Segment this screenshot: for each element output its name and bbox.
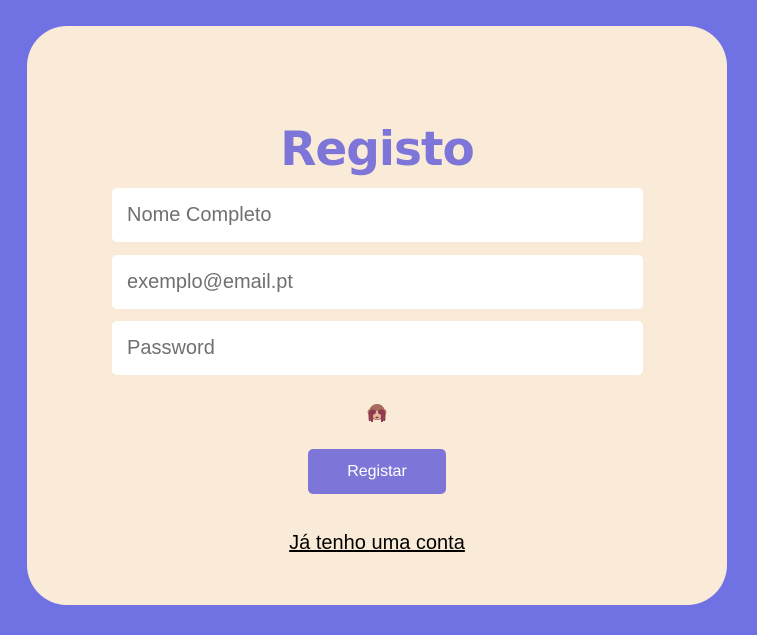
page-title: Registo <box>280 122 475 177</box>
login-link[interactable]: Já tenho uma conta <box>289 532 465 554</box>
full-name-input[interactable] <box>112 188 643 242</box>
password-input[interactable] <box>112 321 643 375</box>
see-no-evil-monkey-icon[interactable] <box>365 401 389 425</box>
register-button[interactable]: Registar <box>308 449 446 494</box>
login-link-container: Já tenho uma conta <box>27 531 727 555</box>
register-card: Registo Registar Já tenho uma conta <box>27 26 727 605</box>
email-input[interactable] <box>112 255 643 309</box>
